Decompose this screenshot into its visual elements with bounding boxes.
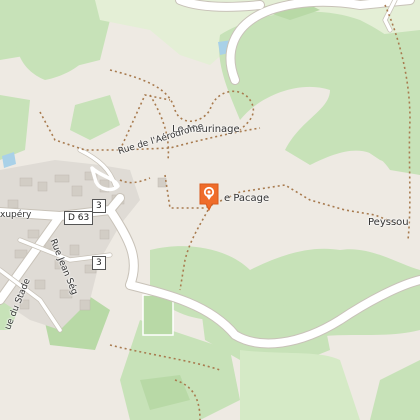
- road-shield-3-north: 3: [92, 199, 106, 213]
- sports-field: [142, 294, 174, 336]
- road-shield-d63: D 63: [64, 211, 94, 225]
- location-marker[interactable]: [198, 182, 220, 212]
- map-view[interactable]: Le Maurinage e Pacage Peyssou xupéry Rue…: [0, 0, 420, 420]
- place-label-peyssou: Peyssou: [368, 217, 409, 228]
- road-shield-3-south: 3: [92, 256, 106, 270]
- place-label-exupery: xupéry: [0, 210, 32, 220]
- map-pin-icon: [199, 183, 219, 212]
- place-label-pacage: e Pacage: [224, 193, 270, 204]
